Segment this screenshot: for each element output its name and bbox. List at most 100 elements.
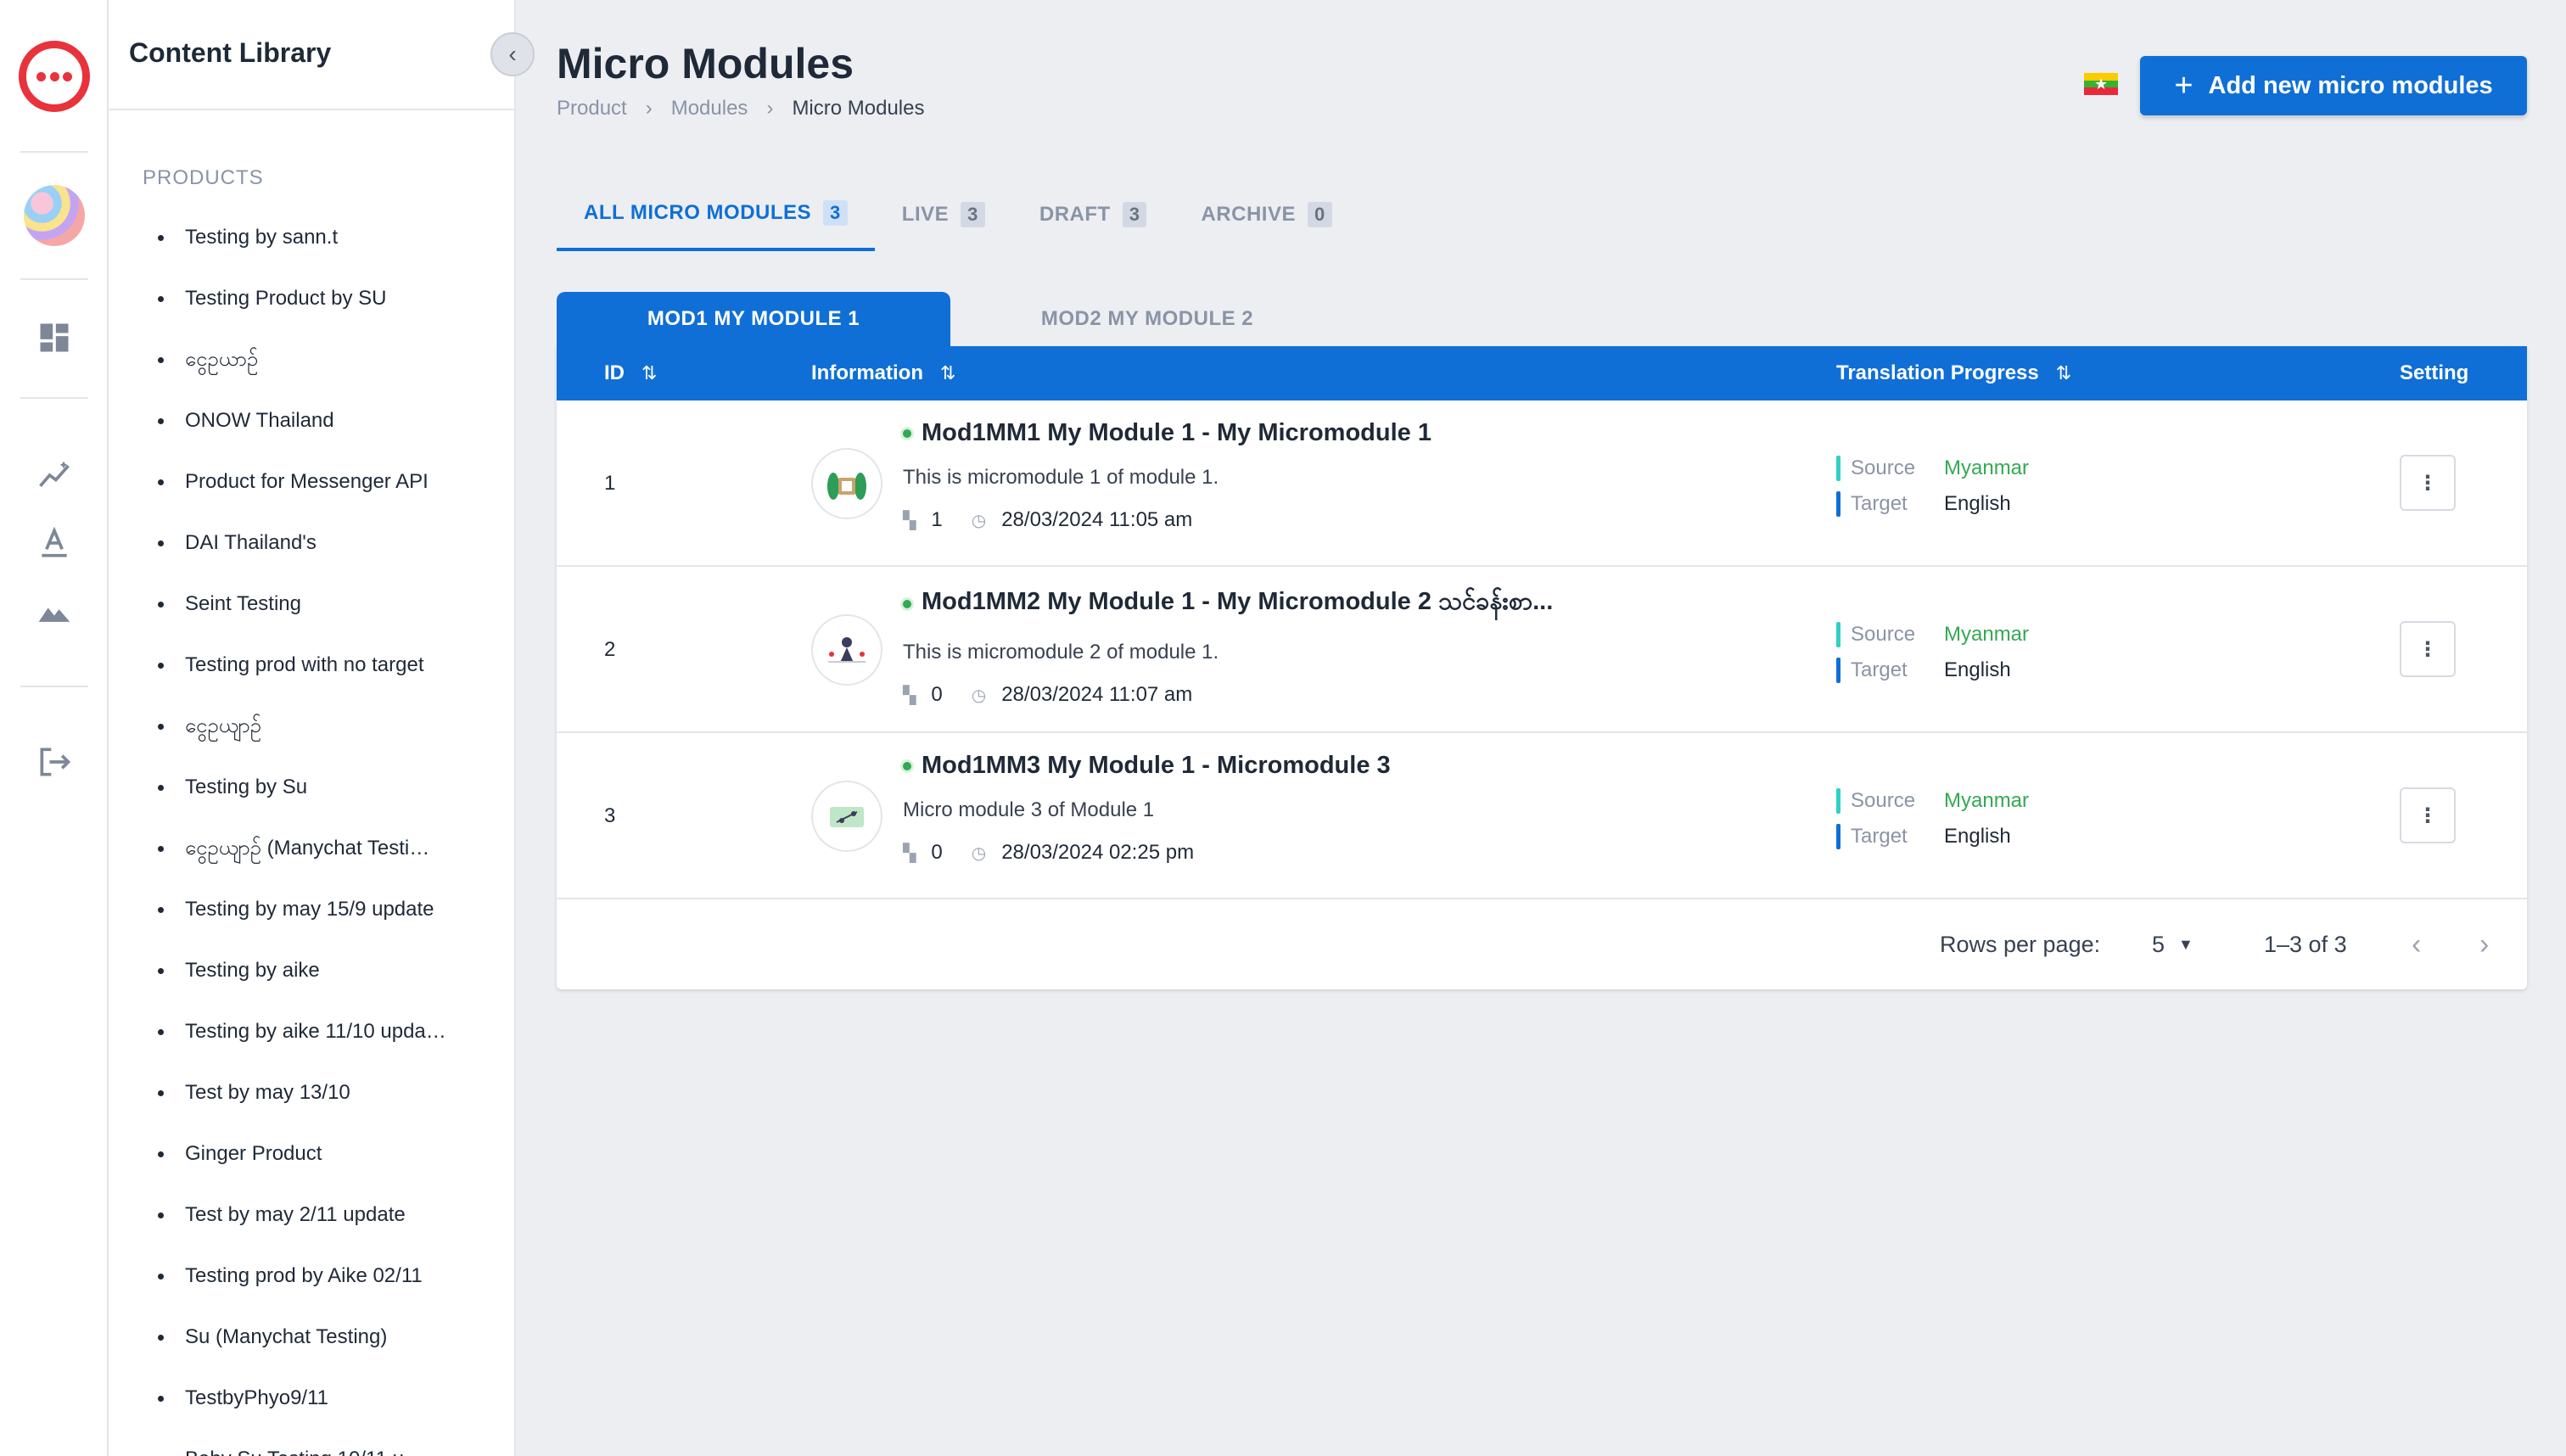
product-item[interactable]: Testing by sann.t — [158, 221, 506, 282]
row-menu-button[interactable]: ⋮ — [2400, 455, 2456, 511]
product-item[interactable]: Test by may 2/11 update — [158, 1198, 506, 1259]
sort-icon[interactable]: ⇅ — [642, 362, 657, 384]
add-micro-module-button[interactable]: + Add new micro modules — [2140, 56, 2527, 115]
tab-module-2[interactable]: MOD2 MY MODULE 2 — [950, 292, 1344, 346]
product-item[interactable]: Testing by Su — [158, 770, 506, 832]
collapse-panel-button[interactable]: ‹ — [490, 32, 535, 76]
rail-divider — [20, 151, 88, 153]
count-badge: 3 — [961, 202, 985, 227]
tab-live[interactable]: LIVE 3 — [875, 178, 1012, 251]
row-id: 3 — [604, 804, 616, 827]
source-language: Myanmar — [1944, 456, 2030, 479]
product-item[interactable]: Baby Su Testing 10/11 u… — [158, 1442, 506, 1456]
row-menu-button[interactable]: ⋮ — [2400, 621, 2456, 677]
module-description: Micro module 3 of Module 1 — [903, 798, 1155, 821]
count-badge: 0 — [1307, 202, 1332, 227]
prev-page-button[interactable]: ‹ — [2412, 899, 2421, 989]
table-pagination: Rows per page: 5 ▼ 1–3 of 3 ‹ › — [557, 899, 2527, 989]
chevron-left-icon: ‹ — [2412, 927, 2422, 960]
product-item[interactable]: Testing Product by SU — [158, 282, 506, 343]
item-count: 1 — [931, 508, 943, 531]
rows-per-page-select[interactable]: 5 ▼ — [2152, 899, 2193, 989]
column-information[interactable]: Information ⇅ — [811, 346, 955, 400]
more-vertical-icon: ⋮ — [2418, 804, 2438, 827]
source-label: Source — [1851, 789, 1916, 812]
insights-icon[interactable] — [31, 451, 78, 499]
icon-rail — [0, 0, 109, 1456]
module-title[interactable]: Mod1MM3 My Module 1 - Micromodule 3 — [922, 752, 1391, 780]
product-item[interactable]: Testing by may 15/9 update — [158, 893, 506, 954]
product-item[interactable]: Ginger Product — [158, 1137, 506, 1198]
product-item[interactable]: Testing prod by Aike 02/11 — [158, 1259, 506, 1320]
product-item[interactable]: Seint Testing — [158, 587, 506, 648]
table-row[interactable]: 2 Mod1MM2 My Module 1 - My Micromodule 2… — [557, 567, 2527, 733]
product-item[interactable]: Testing by aike — [158, 954, 506, 1015]
avatar[interactable] — [24, 185, 85, 246]
product-item[interactable]: ငွေဥယျာဉ် — [158, 709, 506, 770]
module-title[interactable]: Mod1MM2 My Module 1 - My Micromodule 2 သ… — [922, 585, 1553, 622]
breadcrumb-modules[interactable]: Modules — [671, 97, 748, 120]
source-bar — [1836, 788, 1840, 814]
row-menu-button[interactable]: ⋮ — [2400, 787, 2456, 843]
translation-progress: Source Myanmar Target English — [1836, 786, 2029, 857]
breadcrumb: Product › Modules › Micro Modules — [557, 97, 924, 120]
product-item[interactable]: Product for Messenger API — [158, 465, 506, 526]
product-item[interactable]: Test by may 13/10 — [158, 1076, 506, 1137]
sort-icon[interactable]: ⇅ — [2056, 362, 2071, 384]
product-item[interactable]: ONOW Thailand — [158, 404, 506, 465]
tab-all-micro-modules[interactable]: ALL MICRO MODULES 3 — [557, 178, 875, 251]
tab-draft[interactable]: DRAFT 3 — [1012, 178, 1174, 251]
breadcrumb-product[interactable]: Product — [557, 97, 627, 120]
table-row[interactable]: 3 Mod1MM3 My Module 1 - Micromodule 3 Mi… — [557, 733, 2527, 899]
text-format-icon[interactable] — [31, 519, 78, 567]
product-item[interactable]: DAI Thailand's — [158, 526, 506, 587]
hierarchy-icon: ▚ — [903, 843, 916, 863]
updated-datetime: 28/03/2024 11:05 am — [1001, 508, 1193, 531]
column-label: Setting — [2400, 361, 2469, 384]
tab-archive[interactable]: ARCHIVE 0 — [1174, 178, 1359, 251]
product-item[interactable]: Testing prod with no target — [158, 648, 506, 709]
product-item[interactable]: Testing by aike 11/10 upda… — [158, 1015, 506, 1076]
dashboard-icon[interactable] — [31, 314, 78, 361]
product-item[interactable]: ငွေဥယျာဉ် (Manychat Testi… — [158, 832, 506, 893]
content-library-panel: Content Library PRODUCTS Testing by sann… — [109, 0, 516, 1456]
product-item[interactable]: ငွေဥယာဉ် — [158, 343, 506, 404]
page-range: 1–3 of 3 — [2264, 931, 2347, 957]
panel-title: Content Library — [129, 37, 332, 68]
row-id: 1 — [604, 472, 616, 495]
table-row[interactable]: 1 Mod1MM1 My Module 1 - My Micromodule 1… — [557, 400, 2527, 567]
rows-per-page-label: Rows per page: — [1940, 931, 2101, 957]
product-list: Testing by sann.t Testing Product by SU … — [158, 221, 506, 1456]
logout-icon[interactable] — [31, 738, 78, 786]
divider — [109, 109, 514, 110]
tab-module-1[interactable]: MOD1 MY MODULE 1 — [557, 292, 950, 346]
source-label: Source — [1851, 456, 1916, 479]
product-item[interactable]: Su (Manychat Testing) — [158, 1320, 506, 1381]
source-bar — [1836, 622, 1840, 647]
target-language: English — [1944, 825, 2011, 848]
tab-label: ARCHIVE — [1201, 203, 1296, 226]
hierarchy-icon: ▚ — [903, 511, 916, 530]
live-status-dot — [903, 428, 911, 438]
module-title[interactable]: Mod1MM1 My Module 1 - My Micromodule 1 — [922, 419, 1431, 447]
product-item[interactable]: TestbyPhyo9/11 — [158, 1381, 506, 1442]
rail-divider — [20, 397, 88, 399]
item-count: 0 — [931, 683, 943, 706]
rail-divider — [20, 278, 88, 280]
app-logo-icon[interactable] — [19, 41, 90, 112]
column-id[interactable]: ID ⇅ — [604, 346, 657, 400]
page-title: Micro Modules — [557, 40, 854, 87]
landscape-icon[interactable] — [31, 587, 78, 635]
updated-datetime: 28/03/2024 11:07 am — [1001, 683, 1193, 706]
column-translation-progress[interactable]: Translation Progress ⇅ — [1836, 346, 2071, 400]
next-page-button[interactable]: › — [2479, 899, 2489, 989]
more-vertical-icon: ⋮ — [2418, 471, 2438, 495]
target-bar — [1836, 658, 1840, 683]
column-label: Translation Progress — [1836, 361, 2039, 384]
source-language: Myanmar — [1944, 623, 2030, 646]
sort-icon[interactable]: ⇅ — [940, 362, 955, 384]
tab-label: LIVE — [901, 203, 950, 226]
source-label: Source — [1851, 623, 1916, 646]
column-label: Information — [811, 361, 923, 384]
myanmar-flag-icon[interactable]: ★ — [2084, 73, 2118, 95]
